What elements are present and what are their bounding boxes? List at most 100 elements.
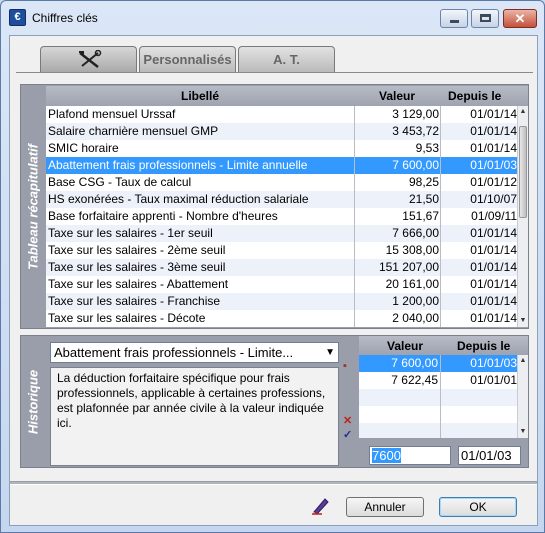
row-since: 01/01/14 [470, 243, 517, 257]
scroll-down-icon[interactable]: ▼ [518, 426, 528, 438]
row-since: 01/01/14 [470, 277, 517, 291]
history-scrollbar[interactable]: ▲ ▼ [517, 355, 528, 438]
history-row[interactable]: 7 622,45 01/01/01 [359, 372, 517, 389]
table-row[interactable]: Salaire charnière mensuel GMP 3 453,72 01/… [46, 123, 517, 140]
column-header-since[interactable]: Depuis le [448, 89, 501, 103]
row-label: Taxe sur les salaires - Abattement [48, 277, 229, 291]
tab-personnalises[interactable]: Personnalisés [139, 46, 236, 73]
close-icon: ✕ [514, 11, 526, 26]
row-since: 01/01/12 [470, 175, 517, 189]
row-label: Plafond mensuel Urssaf [48, 107, 176, 121]
validate-icon[interactable]: ✓ [343, 428, 352, 441]
table-row[interactable]: SMIC horaire 9,53 01/01/14 [46, 140, 517, 157]
row-label: Salaire charnière mensuel GMP [48, 124, 219, 138]
tools-icon [78, 49, 101, 68]
pen-icon[interactable] [310, 495, 332, 515]
history-empty-row [359, 423, 517, 438]
row-since: 01/01/14 [470, 260, 517, 274]
row-since: 01/09/11 [471, 209, 517, 223]
footer-divider [10, 481, 537, 485]
row-label: Base CSG - Taux de calcul [48, 175, 192, 189]
summary-table[interactable]: Libellé Valeur Depuis le Plafond mensuel… [46, 86, 528, 327]
row-since: 01/01/14 [470, 226, 517, 240]
history-table[interactable]: Valeur Depuis le 7 600,00 01/01/03 7 622,… [359, 336, 528, 438]
table-row[interactable]: Taxe sur les salaires - 1er seuil 7 666,0… [46, 225, 517, 242]
history-row-since: 01/01/01 [470, 373, 517, 387]
row-label: HS exonérées - Taux maximal réduction sa… [48, 192, 309, 206]
table-row[interactable]: Plafond mensuel Urssaf 3 129,00 01/01/14 [46, 106, 517, 123]
value-input[interactable]: 7600 [369, 446, 451, 465]
value-input-text: 7600 [372, 448, 401, 463]
column-header-value[interactable]: Valeur [379, 89, 415, 103]
minimize-icon [450, 20, 459, 23]
history-row-value: 7 622,45 [391, 373, 438, 387]
cancel-button[interactable]: Annuler [346, 497, 424, 517]
date-input[interactable]: 01/01/03 [458, 446, 521, 465]
delete-icon[interactable]: ✕ [343, 414, 352, 427]
chevron-down-icon[interactable]: ▼ [325, 343, 335, 362]
history-panel: Historique Abattement frais professionne… [20, 335, 529, 468]
column-divider [354, 106, 355, 327]
tab-tools[interactable] [40, 46, 137, 73]
row-value: 7 666,00 [392, 226, 439, 240]
app-euro-icon: € [9, 9, 26, 26]
history-table-header: Valeur Depuis le [359, 336, 528, 355]
minimize-button[interactable] [440, 9, 468, 28]
history-description: La déduction forfaitaire spécifique pour… [50, 367, 339, 466]
row-label: Taxe sur les salaires - 3ème seuil [48, 260, 226, 274]
history-empty-row [359, 389, 517, 406]
history-column-since[interactable]: Depuis le [457, 339, 510, 353]
table-row[interactable]: Taxe sur les salaires - Franchise 1 200,0… [46, 293, 517, 310]
row-value: 2 040,00 [392, 311, 439, 325]
summary-side-label-text: Tableau récapitulatif [25, 143, 41, 270]
row-label: SMIC horaire [48, 141, 119, 155]
history-row-since: 01/01/03 [470, 356, 517, 370]
close-button[interactable]: ✕ [503, 9, 537, 28]
table-row[interactable]: Base CSG - Taux de calcul 98,25 01/01/12 [46, 174, 517, 191]
scroll-thumb[interactable] [519, 126, 527, 218]
summary-panel: Tableau récapitulatif Libellé Valeur Dep… [20, 84, 529, 329]
tab-divider [16, 72, 533, 73]
row-label: Taxe sur les salaires - Franchise [48, 294, 221, 308]
history-row-value: 7 600,00 [391, 356, 438, 370]
history-side-label-text: Historique [25, 369, 41, 434]
row-value: 3 453,72 [392, 124, 439, 138]
row-since: 01/10/07 [470, 192, 517, 206]
row-label: Abattement frais professionnels - Limite… [48, 158, 308, 172]
table-row[interactable]: Abattement frais professionnels - Limite… [46, 157, 517, 174]
row-value: 7 600,00 [392, 158, 439, 172]
history-row[interactable]: 7 600,00 01/01/03 [359, 355, 517, 372]
row-label: Taxe sur les salaires - 2ème seuil [48, 243, 226, 257]
history-side-label: Historique [21, 336, 45, 467]
table-row[interactable]: Taxe sur les salaires - Abattement 20 161… [46, 276, 517, 293]
row-value: 98,25 [408, 175, 439, 189]
table-row[interactable]: Taxe sur les salaires - Décote 2 040,00 01… [46, 310, 517, 327]
row-value: 3 129,00 [392, 107, 439, 121]
summary-scrollbar[interactable]: ▲ ▼ [517, 106, 528, 327]
tab-at[interactable]: A. T. [238, 46, 335, 73]
row-value: 9,53 [415, 141, 439, 155]
maximize-button[interactable] [471, 9, 499, 28]
summary-side-label: Tableau récapitulatif [21, 85, 45, 328]
scroll-up-icon[interactable]: ▲ [518, 355, 528, 367]
row-value: 151 207,00 [378, 260, 439, 274]
add-icon[interactable]: ▪ [343, 360, 347, 372]
table-row[interactable]: Taxe sur les salaires - 3ème seuil 151 20… [46, 259, 517, 276]
scroll-down-icon[interactable]: ▼ [518, 315, 528, 327]
table-row[interactable]: Base forfaitaire apprenti - Nombre d'heu… [46, 208, 517, 225]
history-column-value[interactable]: Valeur [387, 339, 423, 353]
row-value: 1 200,00 [392, 294, 439, 308]
title-bar[interactable]: € Chiffres clés ✕ [1, 1, 544, 35]
history-rows: 7 600,00 01/01/03 7 622,45 01/01/01 [359, 355, 528, 438]
row-value: 151,67 [402, 209, 439, 223]
maximize-icon [480, 14, 491, 22]
ok-button[interactable]: OK [439, 497, 517, 517]
column-header-label[interactable]: Libellé [181, 89, 219, 103]
table-row[interactable]: Taxe sur les salaires - 2ème seuil 15 308… [46, 242, 517, 259]
row-since: 01/01/14 [470, 294, 517, 308]
scroll-up-icon[interactable]: ▲ [518, 106, 528, 118]
history-item-select[interactable]: Abattement frais professionnels - Limite… [50, 342, 339, 363]
table-row[interactable]: HS exonérées - Taux maximal réduction sa… [46, 191, 517, 208]
row-since: 01/01/14 [470, 311, 517, 325]
row-since: 01/01/03 [470, 158, 517, 172]
